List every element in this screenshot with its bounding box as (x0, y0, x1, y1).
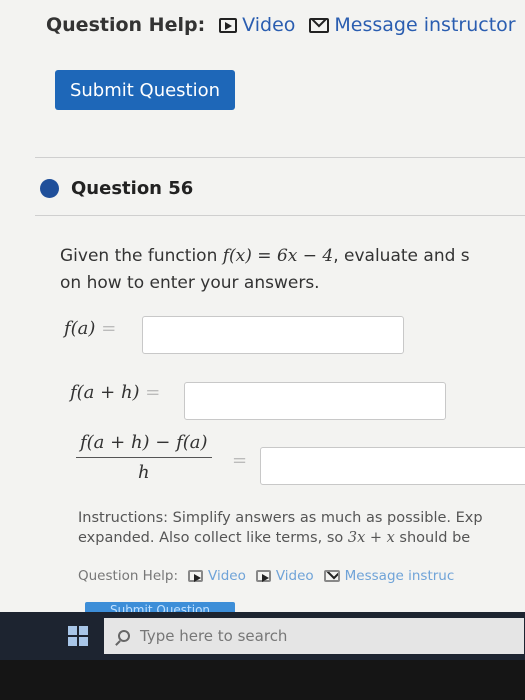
quotient-answer-input[interactable] (260, 447, 525, 485)
laptop-bezel (0, 660, 525, 700)
question-help-label-bottom: Question Help: (78, 568, 178, 584)
instructions-line1: Instructions: Simplify answers as much a… (78, 510, 483, 526)
browser-page: Question Help: Video Message instructor … (0, 0, 525, 615)
question-prompt: Given the function f(x) = 6x − 4, evalua… (60, 243, 470, 297)
question-status-dot (40, 179, 59, 198)
mail-icon (309, 17, 330, 33)
instructions-line2-start: expanded. Also collect like terms, so (78, 530, 348, 546)
question-help-row-bottom: Question Help: Video Video Message instr… (78, 568, 454, 584)
search-icon (118, 630, 130, 642)
fah-expression: f(a + h) (70, 382, 140, 403)
fa-expression: f(a) (64, 318, 96, 339)
prompt-text-end: , evaluate and s (333, 246, 470, 266)
fa-label: f(a) = (64, 318, 116, 339)
video-link-label: Video (208, 568, 246, 584)
video-link-bottom-1[interactable]: Video (188, 568, 246, 584)
divider (35, 157, 525, 158)
prompt-text-start: Given the function (60, 246, 223, 266)
video-link-label: Video (242, 14, 296, 36)
fraction-denominator: h (137, 462, 150, 483)
instructions-math: 3x + x (347, 530, 395, 546)
message-instructor-link-bottom[interactable]: Message instruc (323, 568, 455, 584)
video-link[interactable]: Video (219, 14, 295, 36)
taskbar: Type here to search (0, 612, 525, 660)
taskbar-search-box[interactable]: Type here to search (104, 618, 524, 654)
message-instructor-link[interactable]: Message instructor (309, 14, 516, 36)
fa-answer-input[interactable] (142, 316, 404, 354)
video-link-label: Video (275, 568, 314, 584)
video-link-bottom-2[interactable]: Video (255, 568, 314, 584)
windows-start-icon[interactable] (68, 626, 88, 646)
function-expression: f(x) = 6x − 4 (222, 246, 334, 266)
submit-question-button[interactable]: Submit Question (55, 70, 235, 110)
divider (35, 215, 525, 216)
question-help-row: Question Help: Video Message instructor (46, 14, 516, 36)
video-icon (188, 570, 203, 582)
search-placeholder: Type here to search (140, 627, 288, 645)
equals-sign: = (145, 382, 161, 403)
quotient-equals: = (232, 450, 247, 471)
fah-label: f(a + h) = (70, 382, 160, 403)
message-instructor-label: Message instruc (344, 568, 455, 584)
instructions-line2-end: should be (394, 530, 471, 546)
question-header: Question 56 (40, 178, 193, 199)
fraction-numerator: f(a + h) − f(a) (76, 432, 212, 458)
video-icon (255, 570, 271, 582)
mail-icon (323, 570, 340, 582)
difference-quotient: f(a + h) − f(a) h (76, 432, 212, 483)
message-instructor-label: Message instructor (334, 14, 516, 36)
prompt-text-line2: on how to enter your answers. (60, 273, 320, 293)
fah-answer-input[interactable] (184, 382, 446, 420)
instructions: Instructions: Simplify answers as much a… (78, 508, 525, 548)
equals-sign: = (101, 318, 117, 339)
equals-sign: = (232, 450, 248, 471)
question-help-label: Question Help: (46, 14, 206, 36)
question-title: Question 56 (71, 178, 194, 199)
video-icon (219, 17, 238, 33)
